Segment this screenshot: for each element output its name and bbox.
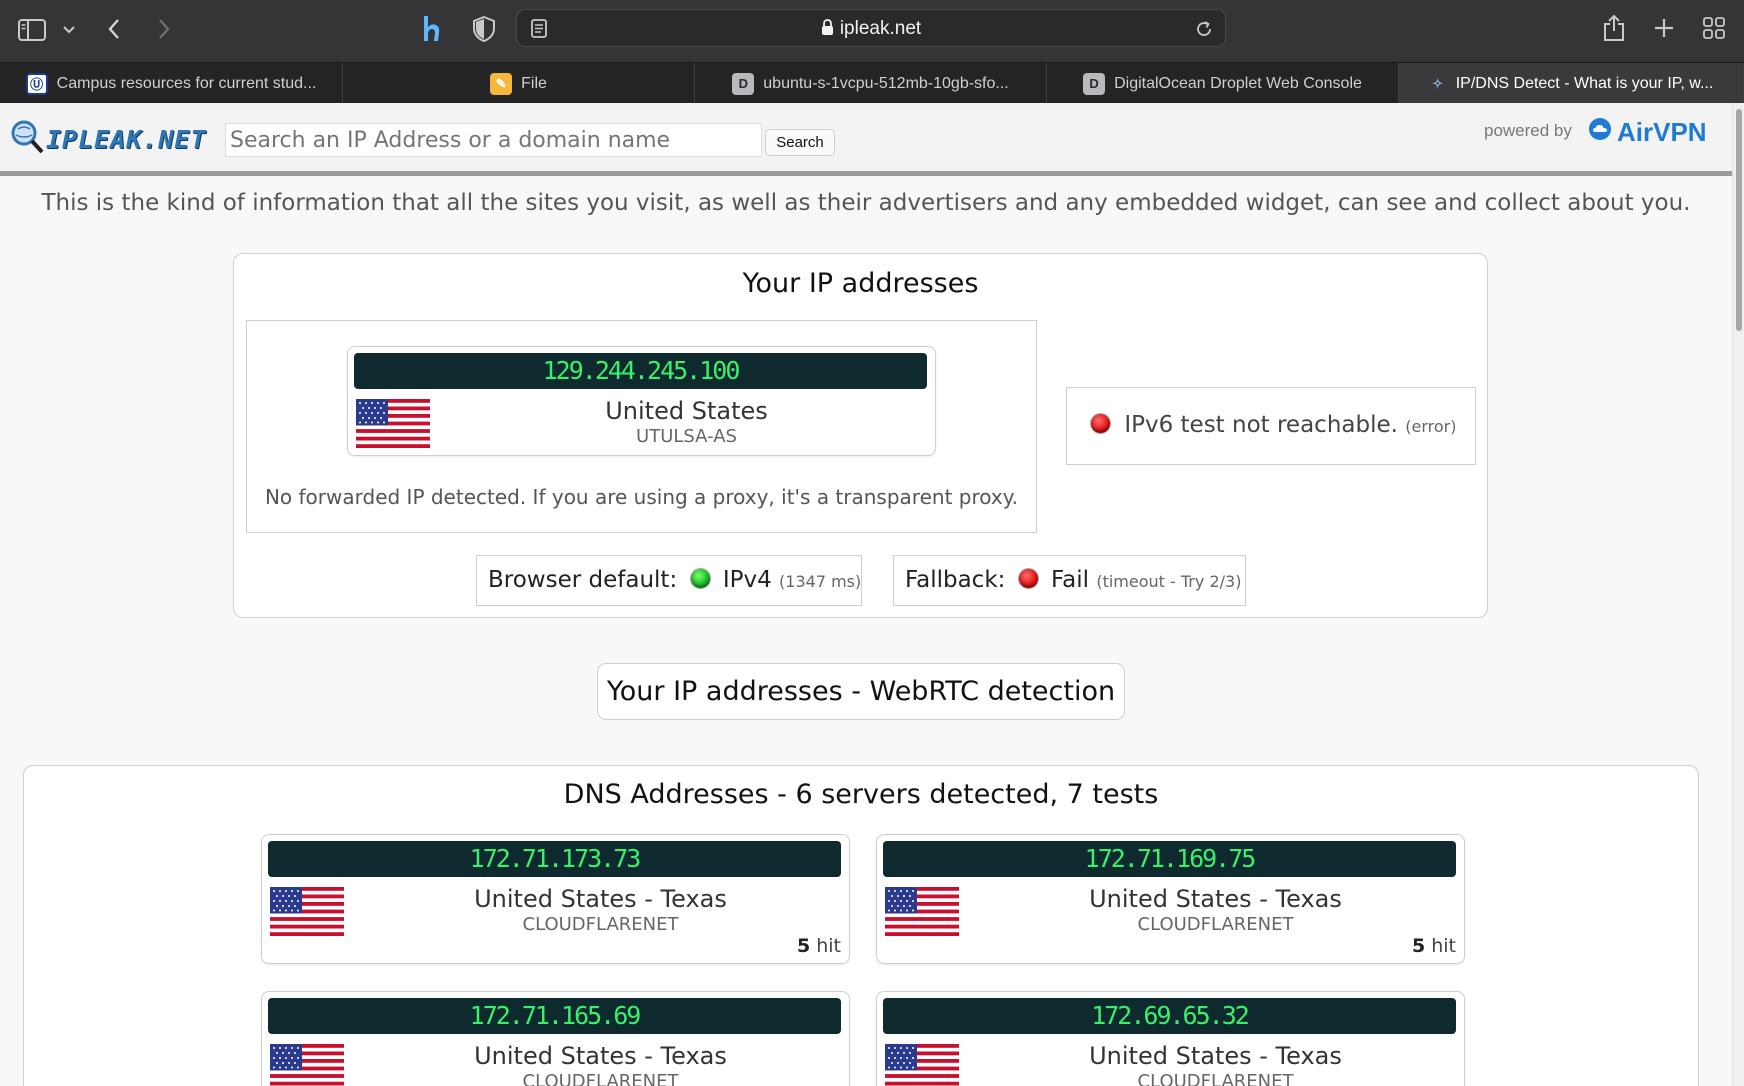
intro-text: This is the kind of information that all… [41, 190, 1691, 216]
ipv4-box: 129.244.245.100 United States UTULSA-AS … [246, 320, 1037, 533]
ipv6-status-text: IPv6 test not reachable. [1124, 412, 1398, 438]
dns-server-country: United States - Texas [1089, 1042, 1342, 1070]
search-input[interactable] [225, 123, 762, 157]
dns-server-ip[interactable]: 172.71.169.75 [883, 841, 1456, 877]
ipv4-card: 129.244.245.100 United States UTULSA-AS [347, 346, 936, 456]
tab-label: Campus resources for current stud... [56, 74, 317, 92]
dns-server-card: 172.69.65.32 United States - Texas CLOUD… [876, 991, 1465, 1086]
chevron-down-icon[interactable] [60, 18, 78, 42]
tab-digitalocean-console[interactable]: D DigitalOcean Droplet Web Console [1047, 63, 1399, 104]
dns-server-country: United States - Texas [474, 1042, 727, 1070]
browser-default-value: IPv4 [722, 567, 772, 593]
back-arrow-icon[interactable] [102, 14, 126, 44]
status-error-icon [1091, 414, 1110, 433]
tu-shield-icon: Ⓤ [25, 72, 48, 95]
new-tab-icon[interactable] [1650, 14, 1678, 42]
d-letter-icon: D [1083, 72, 1106, 95]
sidebar-toggle-icon[interactable] [18, 16, 46, 44]
dns-server-card: 172.71.173.73 United States - Texas CLOU… [261, 834, 850, 964]
fallback-box: Fallback: Fail (timeout - Try 2/3) [893, 555, 1246, 606]
browser-default-detail: (1347 ms) [779, 572, 862, 591]
fallback-value: Fail [1051, 567, 1090, 593]
browser-default-box: Browser default: IPv4 (1347 ms) [476, 555, 862, 606]
dns-server-country: United States - Texas [474, 885, 727, 913]
dns-server-card: 172.71.169.75 United States - Texas CLOU… [876, 834, 1465, 964]
browser-default-label: Browser default: [488, 567, 678, 593]
ipv6-box: IPv6 test not reachable. (error) [1066, 387, 1476, 465]
lock-icon [821, 19, 834, 42]
pencil-doc-icon: ✎ [490, 72, 513, 95]
us-flag-icon [270, 887, 344, 936]
dns-server-ip[interactable]: 172.69.65.32 [883, 998, 1456, 1034]
tab-bar: Ⓤ Campus resources for current stud... ✎… [0, 62, 1744, 104]
ipleak-icon: ✧ [1432, 75, 1444, 91]
url-display: ipleak.net [517, 18, 1225, 42]
tab-file[interactable]: ✎ File [343, 63, 695, 104]
webrtc-detection-button[interactable]: Your IP addresses - WebRTC detection [597, 663, 1125, 720]
dns-server-isp: CLOUDFLARENET [1137, 1071, 1294, 1086]
dns-server-hits: 5 hit [797, 935, 841, 957]
dns-server-hits: 5 hit [1412, 935, 1456, 957]
dns-server-isp: CLOUDFLARENET [1137, 914, 1294, 935]
dns-server-isp: CLOUDFLARENET [522, 1071, 679, 1086]
status-ok-icon [690, 569, 710, 588]
us-flag-icon [885, 887, 959, 936]
airvpn-brand: AirVPN [1617, 117, 1707, 147]
browser-toolbar: ipleak.net [0, 0, 1744, 62]
hit-count: 5 [796, 935, 811, 957]
magnifier-globe-icon [10, 119, 44, 159]
tab-campus-resources[interactable]: Ⓤ Campus resources for current stud... [0, 63, 343, 104]
powered-by-label: powered by [1484, 121, 1572, 140]
search-button[interactable]: Search [765, 129, 835, 156]
site-logo[interactable]: IPLEAK.NET [10, 119, 207, 159]
logo-text: IPLEAK.NET [46, 124, 207, 154]
honey-extension-icon[interactable] [416, 12, 448, 46]
tab-label: IP/DNS Detect - What is your IP, w... [1455, 74, 1714, 92]
ipv4-address[interactable]: 129.244.245.100 [354, 353, 927, 389]
dns-server-ip[interactable]: 172.71.173.73 [268, 841, 841, 877]
page-scrollbar[interactable] [1732, 103, 1744, 1086]
tab-overview-icon[interactable] [1700, 14, 1728, 42]
hit-label: hit [816, 935, 841, 957]
ip-addresses-panel: Your IP addresses 129.244.245.100 United… [233, 253, 1488, 618]
airvpn-cloud-icon [1588, 117, 1612, 148]
dns-addresses-panel: DNS Addresses - 6 servers detected, 7 te… [23, 765, 1699, 1086]
d-letter-icon: D [732, 72, 755, 95]
scrollbar-thumb[interactable] [1736, 109, 1742, 331]
dns-section-title: DNS Addresses - 6 servers detected, 7 te… [563, 779, 1159, 810]
us-flag-icon [270, 1044, 344, 1086]
forwarded-ip-note: No forwarded IP detected. If you are usi… [264, 485, 1019, 509]
share-icon[interactable] [1600, 12, 1628, 44]
reload-icon[interactable] [1193, 18, 1215, 40]
url-text: ipleak.net [839, 18, 922, 39]
hit-label: hit [1431, 935, 1456, 957]
fallback-label: Fallback: [905, 567, 1006, 593]
privacy-shield-icon[interactable] [470, 14, 498, 44]
dns-server-ip[interactable]: 172.71.165.69 [268, 998, 841, 1034]
dns-server-card: 172.71.165.69 United States - Texas CLOU… [261, 991, 850, 1086]
hit-count: 5 [1411, 935, 1426, 957]
forward-arrow-icon[interactable] [152, 14, 176, 44]
ip-section-title: Your IP addresses [742, 268, 979, 299]
us-flag-icon [356, 399, 430, 448]
ipv4-isp: UTULSA-AS [636, 426, 737, 447]
tab-label: File [521, 74, 547, 92]
status-error-icon [1018, 569, 1038, 588]
address-bar[interactable]: ipleak.net [516, 9, 1226, 47]
ipv4-country: United States [605, 397, 768, 425]
tab-label: ubuntu-s-1vcpu-512mb-10gb-sfo... [763, 74, 1009, 92]
us-flag-icon [885, 1044, 959, 1086]
ipv6-status-note: (error) [1405, 417, 1457, 436]
tab-ipleak[interactable]: ✧ IP/DNS Detect - What is your IP, w... [1399, 63, 1744, 104]
fallback-detail: (timeout - Try 2/3) [1096, 572, 1242, 591]
tab-label: DigitalOcean Droplet Web Console [1114, 74, 1362, 92]
dns-server-isp: CLOUDFLARENET [522, 914, 679, 935]
site-header: IPLEAK.NET Search powered by AirVPN [0, 103, 1732, 176]
tab-ubuntu-droplet[interactable]: D ubuntu-s-1vcpu-512mb-10gb-sfo... [695, 63, 1047, 104]
airvpn-logo[interactable]: AirVPN [1588, 117, 1707, 148]
dns-server-country: United States - Texas [1089, 885, 1342, 913]
